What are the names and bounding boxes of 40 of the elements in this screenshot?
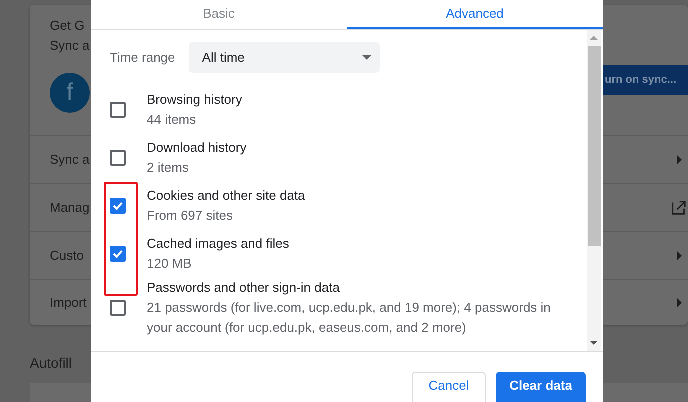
account-text: Get G <box>50 19 86 33</box>
settings-row-label[interactable]: Import <box>50 295 87 310</box>
arrow-right-icon[interactable] <box>677 298 682 308</box>
item-detail: 2 items <box>147 159 190 177</box>
section-title: Autofill <box>30 355 74 371</box>
account-text: Sync a <box>50 39 91 53</box>
item-title: Download history <box>147 139 248 157</box>
turn-on-sync-button[interactable]: urn on sync... <box>603 65 688 95</box>
item-detail: 120 MB <box>147 255 193 273</box>
item-title: Browsing history <box>147 91 244 109</box>
scroll-down-icon[interactable] <box>590 341 598 345</box>
arrow-right-icon[interactable] <box>677 154 682 164</box>
settings-row-label[interactable]: Sync a <box>50 152 90 167</box>
checkbox[interactable] <box>110 102 126 118</box>
settings-row-label[interactable]: Manag <box>50 200 90 215</box>
avatar: f <box>50 73 90 113</box>
time-range-label: Time range <box>110 50 176 65</box>
external-link-icon[interactable] <box>672 200 686 214</box>
settings-row-label[interactable]: Custo <box>50 248 84 263</box>
scroll-up-icon[interactable] <box>590 36 598 40</box>
check-icon <box>112 248 124 260</box>
arrow-right-icon[interactable] <box>677 250 682 260</box>
item-detail: 21 passwords (for live.com, ucp.edu.pk, and 19 more); 4 passwords in your account (for ucp.edu.pk, easeus.com, and 2 more) <box>147 299 552 337</box>
time-range-dropdown[interactable]: All time <box>189 42 380 73</box>
checkbox[interactable] <box>110 300 126 316</box>
item-detail: 44 items <box>147 111 198 129</box>
item-title: Cookies and other site data <box>147 187 306 205</box>
item-title: Passwords and other sign-in data <box>147 279 341 297</box>
caret-icon <box>362 55 372 60</box>
item-detail: From 697 sites <box>147 207 234 225</box>
tab[interactable]: Basic <box>91 0 347 29</box>
check-icon <box>112 200 124 212</box>
checkbox[interactable] <box>110 150 126 166</box>
scrollbar[interactable] <box>587 30 601 351</box>
cancel-button[interactable]: Cancel <box>412 372 486 402</box>
checkbox[interactable] <box>110 198 126 214</box>
item-title: Cached images and files <box>147 235 290 253</box>
checkbox[interactable] <box>110 246 126 262</box>
clear-data-button[interactable]: Clear data <box>496 372 586 402</box>
tab[interactable]: Advanced <box>347 0 603 29</box>
